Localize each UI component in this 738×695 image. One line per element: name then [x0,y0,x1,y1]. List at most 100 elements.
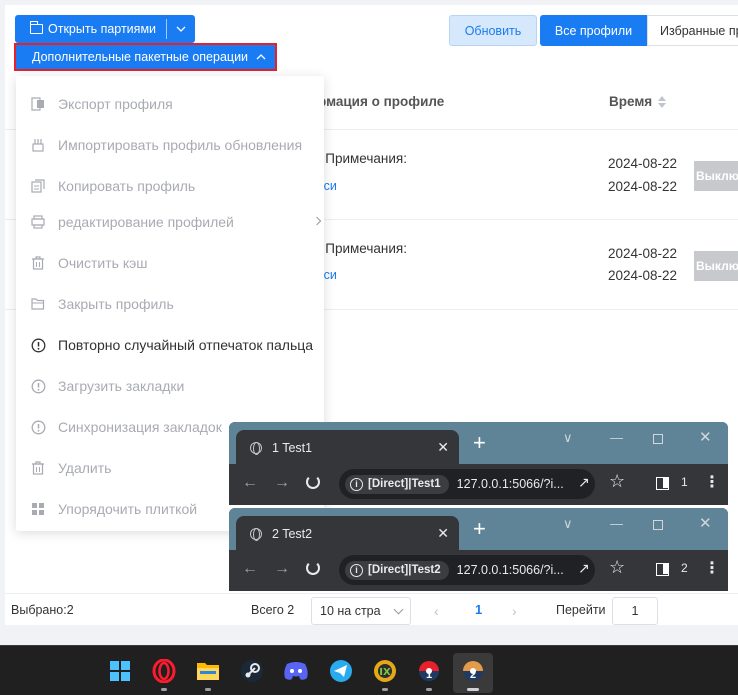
copy-icon [30,178,46,194]
close-tab-icon[interactable]: ✕ [437,439,449,456]
menu-item-clear-cache[interactable]: Очистить кэш [16,245,324,281]
profile-2-icon[interactable]: 2 [460,658,486,684]
next-page-button[interactable]: › [512,603,517,619]
sort-icon[interactable] [658,95,667,108]
share-icon[interactable]: ↗ [578,474,590,491]
menu-item-copy-profile[interactable]: Копировать профиль [16,168,324,204]
windows-start-icon[interactable] [107,658,133,684]
taskbar: IX 1 2 [0,645,738,695]
menu-item-label: Копировать профиль [58,178,196,194]
open-batch-button[interactable]: Открыть партиями [15,15,166,43]
site-info-label: [Direct]|Test2 [368,564,441,576]
browser-window-2[interactable]: 2 Test2 ✕ + ∨ — ✕ ← → i [Direct]|Test2 1… [229,508,728,591]
new-tab-button[interactable]: + [473,430,486,456]
side-panel-icon[interactable] [656,477,669,490]
profile-badge[interactable]: 2 [681,561,688,575]
address-bar[interactable]: i [Direct]|Test1 127.0.0.1:5066/?i... [339,469,595,499]
footer-divider [5,593,738,594]
favorite-profiles-tab[interactable]: Избранные пр [647,15,738,46]
browser-tab[interactable]: 1 Test1 ✕ [236,430,459,466]
bookmark-star-icon[interactable]: ☆ [609,557,625,578]
maximize-button[interactable] [653,520,663,530]
edit-icon [30,214,46,230]
reload-icon[interactable] [306,475,320,489]
share-icon[interactable]: ↗ [578,560,590,577]
back-arrow-icon[interactable]: ← [242,474,258,492]
profile-1-icon[interactable]: 1 [416,658,442,684]
batch-operations-label: Дополнительные пакетные операции [32,50,249,64]
row-1-status-button[interactable]: Выключ [694,161,738,191]
window-close-button[interactable]: ✕ [699,428,712,446]
menu-item-close-profile[interactable]: Закрыть профиль [16,286,324,322]
column-header-time-label: Время [609,94,653,109]
kebab-menu-icon[interactable]: ⋮ [704,472,720,492]
bookmark-star-icon[interactable]: ☆ [609,471,625,492]
all-profiles-tab[interactable]: Все профили [540,15,647,46]
address-bar[interactable]: i [Direct]|Test2 127.0.0.1:5066/?i... [339,555,595,585]
column-header-time[interactable]: Время [609,94,667,109]
menu-item-label: Загрузить закладки [58,378,185,394]
running-indicator [161,688,167,691]
chevron-right-icon [312,216,322,226]
browser-window-1[interactable]: 1 Test1 ✕ + ∨ — ✕ ← → i [Direct]|Test1 1… [229,422,728,505]
kebab-menu-icon[interactable]: ⋮ [704,558,720,578]
site-info-chip[interactable]: i [Direct]|Test1 [345,474,449,494]
info-circle-icon [30,378,46,394]
running-indicator [426,688,432,691]
selected-count: Выбрано:2 [11,603,74,617]
minimize-button[interactable]: — [610,516,623,531]
site-info-chip[interactable]: i [Direct]|Test2 [345,560,449,580]
discord-icon[interactable] [283,658,309,684]
menu-item-label: Импортировать профиль обновления [58,137,303,153]
refresh-button[interactable]: Обновить [449,15,537,46]
forward-arrow-icon[interactable]: → [274,474,290,492]
open-batch-dropdown-button[interactable] [167,15,195,43]
opera-icon[interactable] [151,658,177,684]
menu-item-load-bookmarks[interactable]: Загрузить закладки [16,368,324,404]
menu-item-import-update-profile[interactable]: Импортировать профиль обновления [16,127,324,163]
open-batch-split-button[interactable]: Открыть партиями [15,15,196,43]
close-tab-icon[interactable]: ✕ [437,525,449,542]
info-icon: i [350,563,363,577]
running-indicator [382,688,388,691]
window-close-button[interactable]: ✕ [699,514,712,532]
menu-item-label: Очистить кэш [58,255,148,271]
forward-arrow-icon[interactable]: → [274,560,290,578]
side-panel-icon[interactable] [656,563,669,576]
telegram-icon[interactable] [328,658,354,684]
trash-icon [30,460,46,476]
page-size-select[interactable]: 10 на стра [311,597,411,625]
menu-item-edit-profiles[interactable]: редактирование профилей [16,204,324,240]
browser-tab[interactable]: 2 Test2 ✕ [236,516,459,552]
browser-tab-title: 2 Test2 [272,527,313,541]
prev-page-button[interactable]: ‹ [434,603,439,619]
chevron-down-icon [393,604,404,615]
maximize-button[interactable] [653,434,663,444]
file-explorer-icon[interactable] [195,658,221,684]
new-tab-button[interactable]: + [473,516,486,542]
page-size-value: 10 на стра [320,604,381,618]
steam-icon[interactable] [239,658,265,684]
browser-tab-title: 1 Test1 [272,441,313,455]
reload-icon[interactable] [306,561,320,575]
row-2-status-button[interactable]: Выключ [694,251,738,281]
ix-browser-icon[interactable]: IX [372,658,398,684]
row-2-date-updated: 2024-08-22 [608,268,678,283]
total-count: Всего 2 [251,603,295,617]
goto-page-input[interactable]: 1 [612,597,658,625]
profile-badge[interactable]: 1 [681,475,688,489]
back-arrow-icon[interactable]: ← [242,560,258,578]
current-page-number[interactable]: 1 [475,602,482,617]
folder-open-icon [30,296,46,312]
running-indicator [205,688,211,691]
batch-operations-button[interactable]: Дополнительные пакетные операции [14,43,277,71]
minimize-button[interactable]: — [610,430,623,445]
grid-icon [30,501,46,517]
globe-icon [250,528,262,541]
menu-item-randomize-fingerprint[interactable]: Повторно случайный отпечаток пальца [16,327,324,363]
open-batch-label: Открыть партиями [48,22,157,36]
tab-search-icon[interactable]: ∨ [563,430,573,446]
row-1-note: | Примечания: [318,151,407,166]
tab-search-icon[interactable]: ∨ [563,516,573,532]
menu-item-export-profile[interactable]: Экспорт профиля [16,86,324,122]
